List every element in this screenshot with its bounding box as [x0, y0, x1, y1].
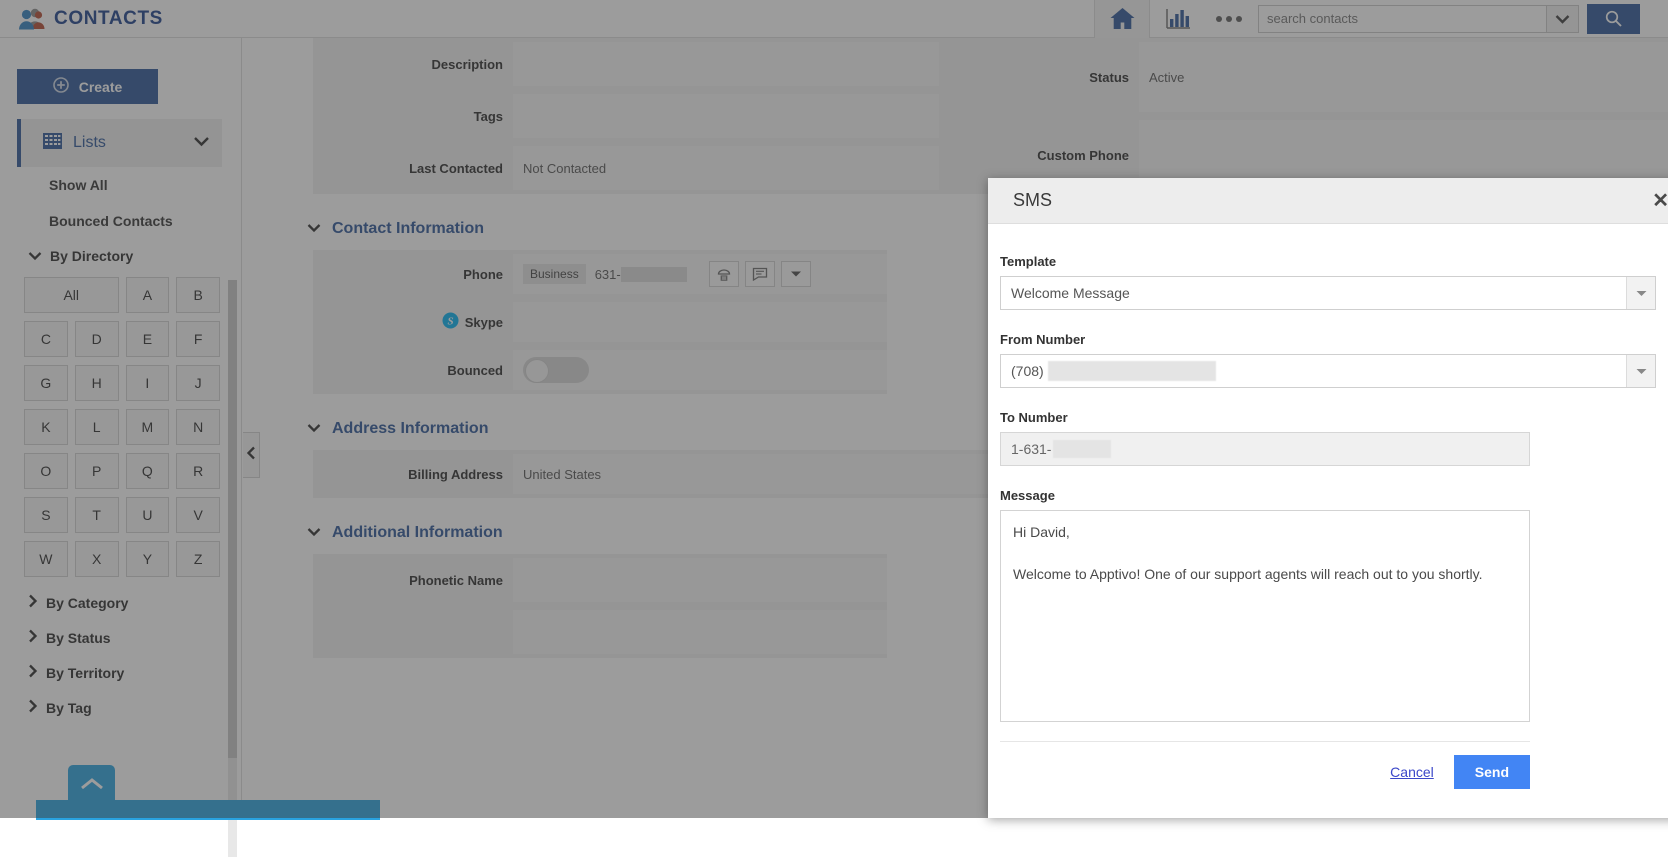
template-select-value: Welcome Message	[1001, 277, 1626, 309]
sms-modal-title: SMS	[1013, 190, 1052, 211]
sms-modal-body: Template Welcome Message From Number (70…	[988, 224, 1668, 789]
sms-modal: SMS ✕ Template Welcome Message From Numb…	[988, 178, 1668, 818]
from-number-select[interactable]: (708)	[1000, 354, 1656, 388]
to-number-text: 1-631-	[1011, 441, 1051, 457]
caret-down-icon[interactable]	[1626, 277, 1655, 309]
template-select[interactable]: Welcome Message	[1000, 276, 1656, 310]
from-number-select-value: (708)	[1001, 355, 1626, 387]
caret-down-icon[interactable]	[1626, 355, 1655, 387]
message-label: Message	[1000, 488, 1663, 503]
cancel-button[interactable]: Cancel	[1390, 764, 1434, 780]
from-number-label: From Number	[1000, 332, 1663, 347]
close-icon[interactable]: ✕	[1652, 191, 1668, 211]
to-number-label: To Number	[1000, 410, 1663, 425]
template-label: Template	[1000, 254, 1663, 269]
redacted-to-number	[1053, 440, 1111, 458]
from-number-text: (708)	[1011, 363, 1044, 379]
redacted-from-number	[1048, 361, 1216, 381]
sms-modal-header: SMS ✕	[988, 178, 1668, 224]
message-textarea[interactable]	[1000, 510, 1530, 722]
sms-modal-footer: Cancel Send	[1000, 741, 1530, 789]
send-button[interactable]: Send	[1454, 755, 1530, 789]
to-number-input: 1-631-	[1000, 432, 1530, 466]
